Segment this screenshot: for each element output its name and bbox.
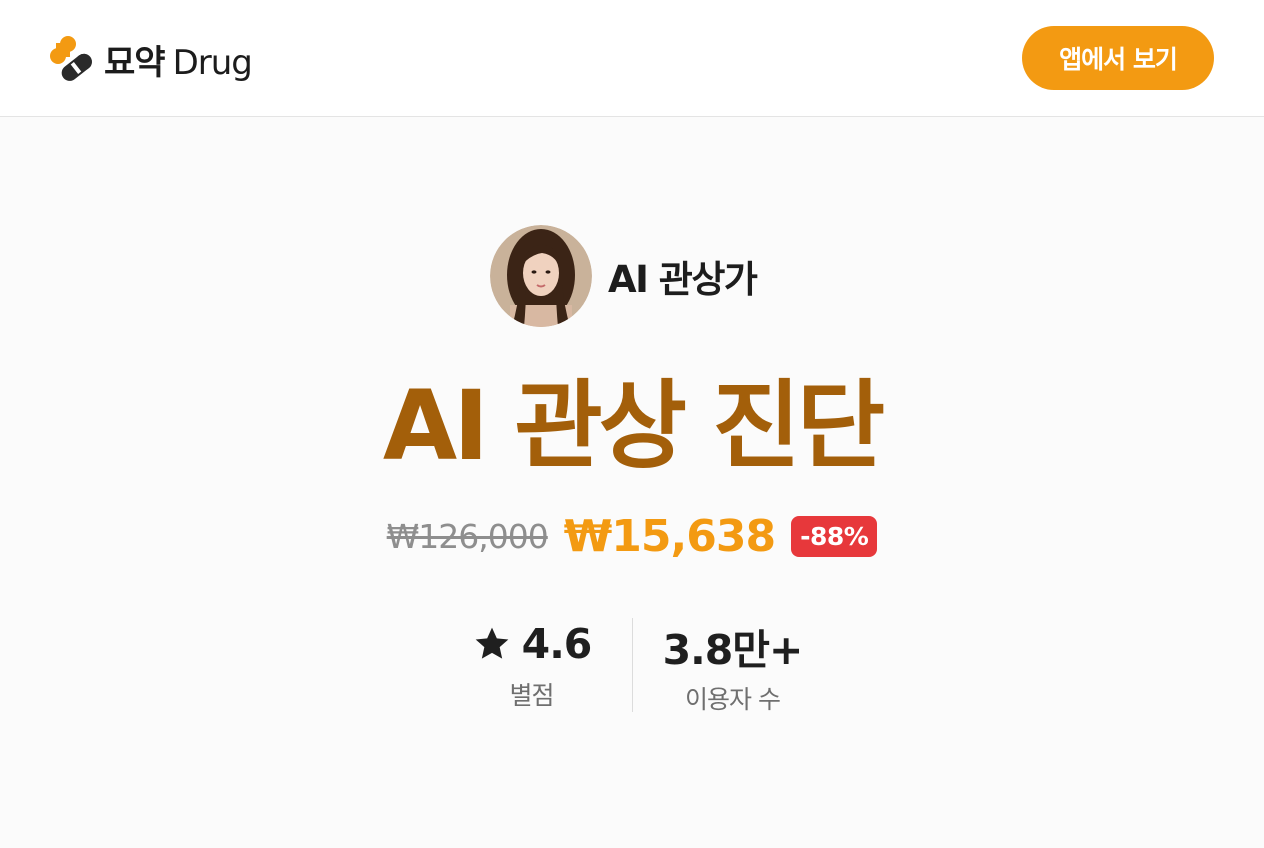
product-title: AI 관상 진단 <box>382 370 885 482</box>
top-header: 묘약 Drug 앱에서 보기 <box>0 0 1264 117</box>
users-label: 이용자 수 <box>685 685 781 714</box>
pill-logo-icon <box>50 36 92 81</box>
logo-suffix: Drug <box>172 42 253 83</box>
original-price: ₩126,000 <box>386 516 549 556</box>
rating-value-row: 4.6 <box>472 618 592 670</box>
rating-label: 별점 <box>509 681 554 710</box>
sale-price: ₩15,638 <box>563 510 776 562</box>
logo-brand: 묘약 <box>104 42 166 83</box>
avatar <box>490 225 592 327</box>
logo[interactable]: 묘약 Drug <box>48 34 253 84</box>
discount-badge: -88% <box>791 515 878 557</box>
profile-name: AI 관상가 <box>608 258 758 301</box>
profile: AI 관상가 <box>490 225 758 327</box>
rating-stat: 4.6 별점 <box>432 618 632 712</box>
users-value: 3.8만+ <box>662 626 804 674</box>
users-value-row: 3.8만+ <box>662 618 804 674</box>
users-stat: 3.8만+ 이용자 수 <box>633 618 833 714</box>
star-icon <box>475 627 509 659</box>
price-row: ₩126,000 ₩15,638 -88% <box>0 506 1264 566</box>
open-in-app-button[interactable]: 앱에서 보기 <box>1022 26 1214 90</box>
logo-text: 묘약 Drug <box>104 35 253 84</box>
stats: 4.6 별점 3.8만+ 이용자 수 <box>0 618 1264 714</box>
rating-value: 4.6 <box>521 620 593 668</box>
